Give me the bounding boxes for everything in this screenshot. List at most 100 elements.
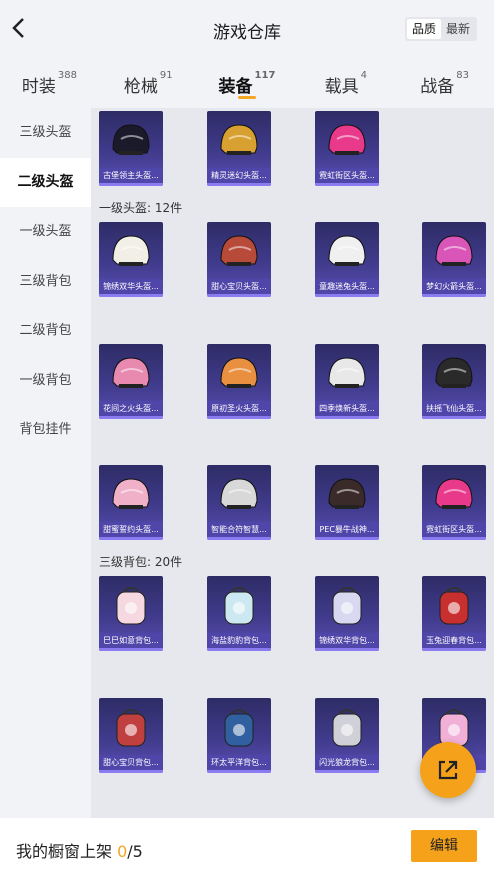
item-grid: 一级头盔: 12件 三级背包: 20件 古堡领主头盔... 精灵迷幻头盔... 霓虹… (91, 108, 494, 818)
item-name: 花间之火头盔... (99, 401, 163, 416)
rarity-bar (207, 648, 271, 651)
helmet-card[interactable]: 童趣迷兔头盔... (315, 222, 379, 297)
helmet-icon (328, 478, 366, 509)
helmet-icon (112, 478, 150, 509)
rarity-bar (315, 416, 379, 419)
backpack-card[interactable]: 闪光狼龙背包... (315, 698, 379, 773)
backpack-card[interactable]: 甜心宝贝背包... (99, 698, 163, 773)
backpack-card[interactable]: 巳巳如意背包... (99, 576, 163, 651)
item-name: 梦幻火箭头盔... (422, 279, 486, 294)
sidebar: 三级头盔 二级头盔 一级头盔 三级背包 二级背包 一级背包 背包挂件 (0, 108, 91, 818)
active-tab-indicator (237, 96, 256, 99)
rarity-bar (99, 416, 163, 419)
sort-toggle: 品质 最新 (405, 17, 477, 41)
rarity-bar (207, 770, 271, 773)
item-name: 巳巳如意背包... (99, 633, 163, 648)
rarity-bar (207, 416, 271, 419)
helmet-card[interactable]: 霓虹街区头盔... (422, 465, 486, 540)
sidebar-item-backpack-lv2[interactable]: 二级背包 (0, 306, 91, 356)
tab-weapons[interactable]: 枪械91 (99, 60, 198, 106)
rarity-bar (315, 770, 379, 773)
helmet-card[interactable]: 甜蜜誓约头盔... (99, 465, 163, 540)
helmet-card[interactable]: PEC暴牛战神... (315, 465, 379, 540)
rarity-bar (422, 648, 486, 651)
backpack-icon (332, 709, 362, 747)
tab-supplies[interactable]: 战备83 (395, 60, 494, 106)
section-backpack-lv3: 三级背包: 20件 (99, 555, 183, 569)
item-name: 童趣迷兔头盔... (315, 279, 379, 294)
share-button[interactable] (420, 742, 476, 798)
rarity-bar (99, 294, 163, 297)
item-name: 霓虹街区头盔... (315, 168, 379, 183)
tab-fashion[interactable]: 时装388 (0, 60, 99, 106)
sidebar-item-backpack-lv3[interactable]: 三级背包 (0, 257, 91, 307)
backpack-icon (439, 587, 469, 625)
share-icon (438, 760, 458, 780)
backpack-card[interactable]: 环太平洋背包... (207, 698, 271, 773)
tab-vehicles[interactable]: 载具4 (296, 60, 395, 106)
backpack-card[interactable]: 玉兔迎春背包... (422, 576, 486, 651)
helmet-card[interactable]: 甜心宝贝头盔... (207, 222, 271, 297)
helmet-icon (328, 357, 366, 388)
rarity-bar (422, 416, 486, 419)
shelf-status: 我的橱窗上架 0/5 (16, 842, 143, 861)
helmet-icon (220, 235, 258, 266)
rarity-bar (207, 537, 271, 540)
item-name: 环太平洋背包... (207, 755, 271, 770)
helmet-icon (220, 124, 258, 155)
rarity-bar (422, 537, 486, 540)
item-name: 甜心宝贝头盔... (207, 279, 271, 294)
helmet-card[interactable]: 古堡领主头盔... (99, 111, 163, 186)
item-name: 精灵迷幻头盔... (207, 168, 271, 183)
helmet-card[interactable]: 四季焕新头盔... (315, 344, 379, 419)
rarity-bar (315, 294, 379, 297)
sort-quality-button[interactable]: 品质 (407, 19, 441, 39)
edit-button[interactable]: 编辑 (411, 830, 477, 862)
helmet-icon (328, 124, 366, 155)
helmet-card[interactable]: 梦幻火箭头盔... (422, 222, 486, 297)
helmet-card[interactable]: 智能合符智慧... (207, 465, 271, 540)
helmet-card[interactable]: 精灵迷幻头盔... (207, 111, 271, 186)
rarity-bar (99, 537, 163, 540)
helmet-card[interactable]: 扶摇飞仙头盔... (422, 344, 486, 419)
item-name: 玉兔迎春背包... (422, 633, 486, 648)
sidebar-item-helmet-lv1[interactable]: 一级头盔 (0, 207, 91, 257)
item-name: 锦绣双华头盔... (99, 279, 163, 294)
helmet-icon (112, 235, 150, 266)
helmet-icon (435, 357, 473, 388)
helmet-card[interactable]: 锦绣双华头盔... (99, 222, 163, 297)
item-name: 智能合符智慧... (207, 522, 271, 537)
item-name: 闪光狼龙背包... (315, 755, 379, 770)
backpack-icon (224, 587, 254, 625)
item-name: 锦绣双华背包... (315, 633, 379, 648)
rarity-bar (315, 183, 379, 186)
sort-latest-button[interactable]: 最新 (441, 19, 475, 39)
helmet-card[interactable]: 花间之火头盔... (99, 344, 163, 419)
helmet-icon (220, 357, 258, 388)
sidebar-item-helmet-lv2[interactable]: 二级头盔 (0, 157, 91, 207)
tab-equipment[interactable]: 装备117 (198, 60, 297, 106)
backpack-card[interactable]: 海盐豹豹背包... (207, 576, 271, 651)
rarity-bar (422, 294, 486, 297)
item-name: 霓虹街区头盔... (422, 522, 486, 537)
bottom-bar: 我的橱窗上架 0/5 编辑 (0, 818, 494, 875)
helmet-icon (112, 124, 150, 155)
sidebar-item-backpack-charm[interactable]: 背包挂件 (0, 405, 91, 455)
rarity-bar (99, 183, 163, 186)
sidebar-item-backpack-lv1[interactable]: 一级背包 (0, 356, 91, 406)
sidebar-item-helmet-lv3[interactable]: 三级头盔 (0, 108, 91, 158)
item-name: 四季焕新头盔... (315, 401, 379, 416)
backpack-card[interactable]: 锦绣双华背包... (315, 576, 379, 651)
rarity-bar (99, 770, 163, 773)
rarity-bar (99, 648, 163, 651)
helmet-icon (435, 235, 473, 266)
backpack-icon (116, 587, 146, 625)
helmet-icon (328, 235, 366, 266)
helmet-icon (112, 357, 150, 388)
header: 游戏仓库 品质 最新 (0, 0, 494, 58)
helmet-card[interactable]: 原初圣火头盔... (207, 344, 271, 419)
backpack-icon (116, 709, 146, 747)
helmet-card[interactable]: 霓虹街区头盔... (315, 111, 379, 186)
helmet-icon (220, 478, 258, 509)
rarity-bar (207, 294, 271, 297)
